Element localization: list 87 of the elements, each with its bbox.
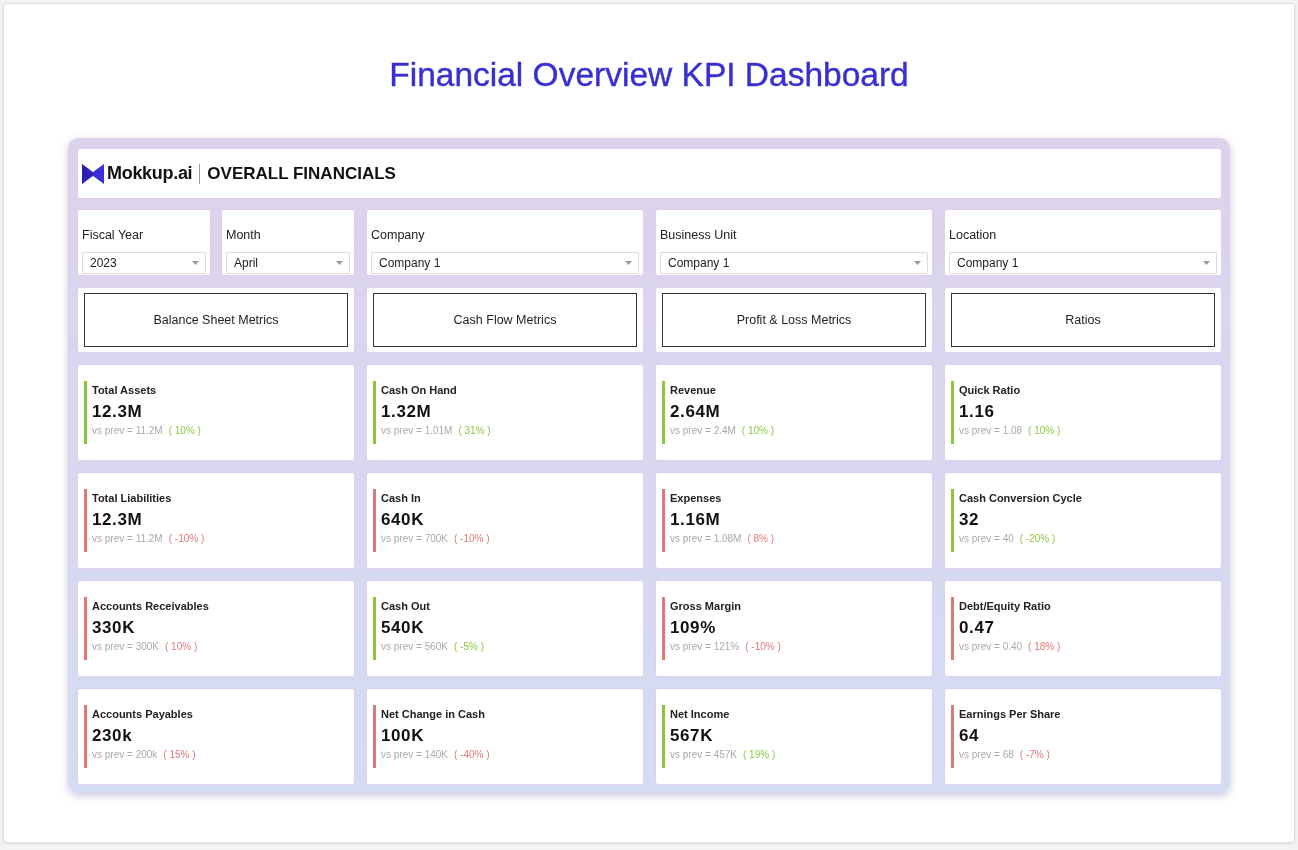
comparison-text: vs prev = 0.40 (959, 640, 1023, 654)
select-field[interactable]: 2023 (82, 252, 206, 274)
metric-value: 1.32M (381, 401, 432, 423)
filter-label: Company (371, 227, 425, 243)
metric-value: 32 (959, 509, 980, 531)
metric-value: 0.47 (959, 617, 995, 639)
metric-value: 12.3M (92, 509, 143, 531)
metric-title: Net Change in Cash (381, 707, 485, 721)
comparison-text: vs prev = 11.2M (92, 532, 163, 546)
change-text: ( -10% ) (168, 532, 205, 546)
dashboard-title: OVERALL FINANCIALS (207, 162, 396, 185)
change-text: ( 15% ) (163, 748, 196, 762)
metric-value: 330K (92, 617, 136, 639)
change-text: ( 8% ) (747, 532, 775, 546)
change-text: ( 18% ) (1028, 640, 1061, 654)
change-text: ( -5% ) (454, 640, 484, 654)
metric-value: 567K (670, 725, 714, 747)
comparison-text: vs prev = 1.08 (959, 424, 1023, 438)
caret-icon (192, 261, 199, 265)
change-text: ( 31% ) (458, 424, 491, 438)
change-text: ( -10% ) (745, 640, 781, 654)
metric-title: Total Liabilities (92, 491, 172, 505)
metric-title: Accounts Receivables (92, 599, 209, 613)
change-text: ( 10% ) (168, 424, 201, 438)
metric-value: 540K (381, 617, 425, 639)
metric-title: Earnings Per Share (959, 707, 1061, 721)
metric-title: Debt/Equity Ratio (959, 599, 1051, 613)
select-field[interactable]: Company 1 (949, 252, 1217, 274)
caret-icon (1203, 261, 1210, 265)
comparison-text: vs prev = 700K (381, 532, 448, 546)
comparison-text: vs prev = 457K (670, 748, 737, 762)
change-text: ( 10% ) (1028, 424, 1061, 438)
caret-icon (336, 261, 343, 265)
comparison-text: vs prev = 40 (959, 532, 1014, 546)
metric-title: Cash Conversion Cycle (959, 491, 1082, 505)
section-button[interactable]: Profit & Loss Metrics (662, 293, 926, 347)
change-text: ( 19% ) (743, 748, 776, 762)
metric-title: Accounts Payables (92, 707, 193, 721)
comparison-text: vs prev = 200k (92, 748, 158, 762)
comparison-text: vs prev = 68 (959, 748, 1014, 762)
caret-icon (625, 261, 632, 265)
logo-icon (82, 163, 104, 184)
metric-title: Cash Out (381, 599, 430, 613)
filter-label: Business Unit (660, 227, 737, 243)
comparison-text: vs prev = 300K (92, 640, 159, 654)
change-text: ( 10% ) (165, 640, 198, 654)
caret-icon (914, 261, 921, 265)
comparison-text: vs prev = 140K (381, 748, 448, 762)
filter-label: Fiscal Year (82, 227, 144, 243)
select-field[interactable]: April (226, 252, 350, 274)
section-button[interactable]: Ratios (951, 293, 1215, 347)
change-text: ( -10% ) (454, 532, 490, 546)
metric-title: Expenses (670, 491, 722, 505)
comparison-text: vs prev = 2.4M (670, 424, 736, 438)
metric-title: Cash On Hand (381, 383, 457, 397)
change-text: ( 10% ) (741, 424, 775, 438)
metric-value: 230k (92, 725, 133, 747)
section-button[interactable]: Cash Flow Metrics (373, 293, 637, 347)
metric-title: Gross Margin (670, 599, 741, 613)
metric-value: 100K (381, 725, 425, 747)
change-text: ( -40% ) (454, 748, 490, 762)
page-title: Financial Overview KPI Dashboard (389, 55, 909, 94)
filter-label: Month (226, 227, 261, 243)
metric-title: Revenue (670, 383, 716, 397)
comparison-text: vs prev = 121% (670, 640, 740, 654)
metric-value: 1.16 (959, 401, 995, 423)
metric-title: Cash In (381, 491, 421, 505)
select-field[interactable]: Company 1 (660, 252, 928, 274)
comparison-text: vs prev = 11.2M (92, 424, 163, 438)
metric-value: 1.16M (670, 509, 721, 531)
change-text: ( -7% ) (1019, 748, 1050, 762)
select-field[interactable]: Company 1 (371, 252, 639, 274)
section-button[interactable]: Balance Sheet Metrics (84, 293, 348, 347)
metric-value: 12.3M (92, 401, 143, 423)
metric-value: 109% (670, 617, 716, 639)
metric-title: Total Assets (92, 383, 157, 397)
metric-title: Net Income (670, 707, 730, 721)
metric-value: 2.64M (670, 401, 721, 423)
comparison-text: vs prev = 560K (381, 640, 448, 654)
filter-label: Location (949, 227, 997, 243)
change-text: ( -20% ) (1019, 532, 1056, 546)
comparison-text: vs prev = 1.08M (670, 532, 742, 546)
metric-value: 640K (381, 509, 425, 531)
brand-name: Mokkup.ai (107, 162, 193, 185)
metric-value: 64 (959, 725, 980, 747)
metric-title: Quick Ratio (959, 383, 1021, 397)
comparison-text: vs prev = 1.01M (381, 424, 453, 438)
